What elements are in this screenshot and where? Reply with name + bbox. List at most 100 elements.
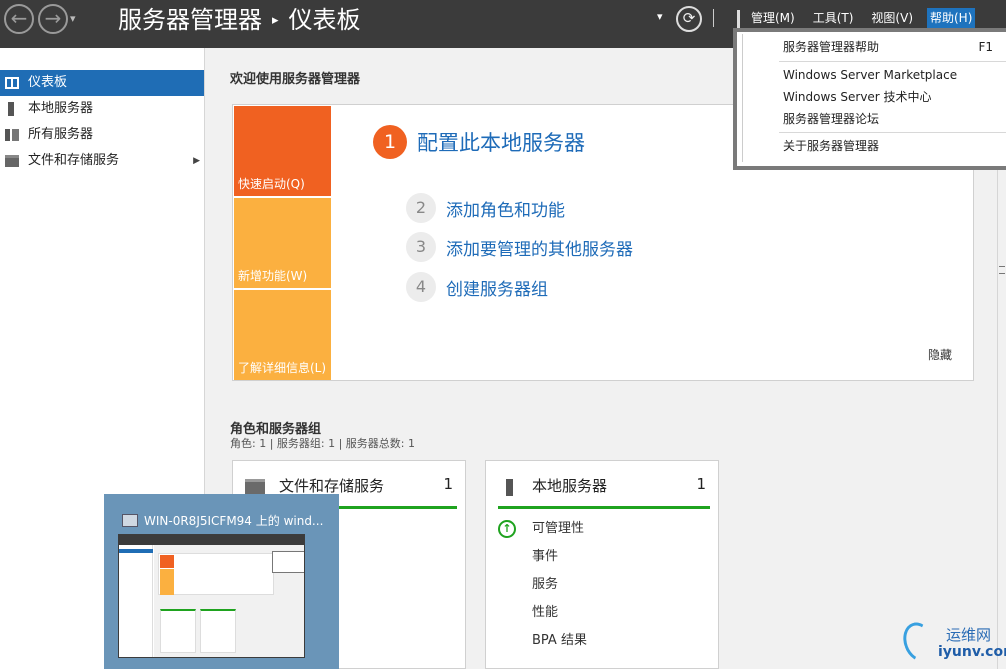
- card-row-performance[interactable]: 性能: [496, 599, 587, 627]
- submenu-arrow-icon: ▶: [193, 156, 200, 166]
- page-name: 仪表板: [288, 6, 361, 34]
- taskbar-thumbnail[interactable]: WIN-0R8J5ICFM94 上的 wind...: [104, 494, 339, 669]
- tile-learn-more[interactable]: 了解详细信息(L): [234, 290, 331, 380]
- notification-flag-icon[interactable]: [737, 10, 740, 30]
- sidebar-item-file-storage[interactable]: 文件和存储服务 ▶: [0, 148, 204, 174]
- preview-dropdown: [272, 551, 304, 573]
- step-number: 4: [406, 272, 436, 302]
- menu-item-marketplace[interactable]: Windows Server Marketplace: [743, 64, 1006, 86]
- status-ok-icon: ↑: [498, 520, 516, 538]
- back-arrow-icon[interactable]: ←: [4, 4, 34, 34]
- card-row-manageability[interactable]: ↑ 可管理性: [496, 515, 587, 543]
- breadcrumb-separator: ▸: [272, 13, 279, 28]
- roles-summary: 角色: 1 | 服务器组: 1 | 服务器总数: 1: [230, 437, 416, 450]
- server-icon: [506, 479, 513, 496]
- card-title: 本地服务器: [532, 477, 608, 495]
- card-row-services[interactable]: 服务: [496, 571, 587, 599]
- card-count: 1: [443, 475, 453, 493]
- card-row-label: 服务: [532, 577, 559, 592]
- step-add-roles[interactable]: 2 添加角色和功能: [406, 193, 565, 223]
- menu-manage[interactable]: 管理(M): [742, 8, 804, 30]
- menu-item-help[interactable]: 服务器管理器帮助 F1: [743, 36, 1006, 58]
- preview-quick-start: [158, 553, 274, 595]
- card-row-events[interactable]: 事件: [496, 543, 587, 571]
- window-title: 服务器管理器 ▸ 仪表板: [118, 4, 361, 37]
- remote-desktop-icon: [122, 514, 138, 527]
- watermark-cn: 运维网: [946, 626, 992, 644]
- menu-separator: [779, 132, 1006, 133]
- card-row-label: BPA 结果: [532, 633, 587, 648]
- step-link[interactable]: 添加角色和功能: [446, 196, 565, 221]
- server-icon: [8, 102, 14, 116]
- preview-card: [160, 609, 196, 653]
- help-dropdown-menu: 服务器管理器帮助 F1 Windows Server Marketplace W…: [733, 28, 1006, 170]
- step-create-group[interactable]: 4 创建服务器组: [406, 272, 548, 302]
- card-row-label: 事件: [532, 549, 559, 564]
- menu-item-tech-center[interactable]: Windows Server 技术中心: [743, 86, 1006, 108]
- welcome-title: 欢迎使用服务器管理器: [230, 72, 361, 87]
- card-header[interactable]: 本地服务器 1: [498, 475, 710, 509]
- file-storage-icon: [5, 155, 19, 167]
- menu-bar: 管理(M) 工具(T) 视图(V) 帮助(H): [742, 8, 976, 30]
- hide-link[interactable]: 隐藏: [928, 346, 952, 363]
- step-link[interactable]: 创建服务器组: [446, 275, 548, 300]
- history-dropdown-icon[interactable]: ▾: [70, 12, 76, 25]
- card-row-bpa[interactable]: BPA 结果: [496, 627, 587, 655]
- tile-quick-start[interactable]: 快速启动(Q): [234, 106, 331, 196]
- step-number: 1: [373, 125, 407, 159]
- step-link[interactable]: 配置此本地服务器: [417, 127, 585, 157]
- sidebar-item-label: 文件和存储服务: [28, 153, 120, 168]
- menu-item-label: 关于服务器管理器: [783, 139, 880, 153]
- menu-item-label: Windows Server Marketplace: [783, 68, 958, 82]
- breadcrumb-dropdown-icon[interactable]: ▾: [657, 10, 663, 23]
- card-row-label: 性能: [532, 605, 559, 620]
- menu-item-about[interactable]: 关于服务器管理器: [743, 135, 1006, 157]
- step-add-servers[interactable]: 3 添加要管理的其他服务器: [406, 232, 633, 262]
- forward-arrow-icon[interactable]: →: [38, 4, 68, 34]
- help-menu-list: 服务器管理器帮助 F1 Windows Server Marketplace W…: [742, 34, 1006, 162]
- preview-tile: [160, 555, 174, 568]
- thumbnail-preview[interactable]: [118, 534, 305, 658]
- step-number: 3: [406, 232, 436, 262]
- refresh-icon[interactable]: ⟳: [676, 6, 702, 32]
- preview-sidebar: [119, 545, 153, 657]
- tile-whats-new[interactable]: 新增功能(W): [234, 198, 331, 288]
- menu-item-forum[interactable]: 服务器管理器论坛: [743, 108, 1006, 130]
- toolbar-divider: [713, 9, 714, 27]
- card-title: 文件和存储服务: [279, 477, 385, 495]
- card-row-label: 可管理性: [532, 521, 585, 536]
- sidebar-item-label: 仪表板: [28, 75, 68, 90]
- watermark-logo-icon: [898, 618, 940, 666]
- sidebar-item-all-servers[interactable]: 所有服务器: [0, 122, 204, 148]
- menu-help[interactable]: 帮助(H): [927, 8, 976, 30]
- preview-card: [200, 609, 236, 653]
- sidebar-item-label: 本地服务器: [28, 101, 94, 116]
- preview-tile: [160, 582, 174, 595]
- step-configure-local-server[interactable]: 1 配置此本地服务器: [373, 125, 585, 159]
- step-link[interactable]: 添加要管理的其他服务器: [446, 235, 633, 260]
- menu-tools[interactable]: 工具(T): [804, 8, 863, 30]
- app-name: 服务器管理器: [118, 6, 262, 34]
- menu-item-label: Windows Server 技术中心: [783, 90, 932, 104]
- preview-main: [154, 545, 304, 657]
- sidebar-item-dashboard[interactable]: 仪表板: [0, 70, 204, 96]
- step-number: 2: [406, 193, 436, 223]
- preview-tile: [160, 569, 174, 582]
- sidebar-item-local-server[interactable]: 本地服务器: [0, 96, 204, 122]
- watermark-en: iyunv.com: [938, 644, 1006, 660]
- card-count: 1: [696, 475, 706, 493]
- role-card-local-server[interactable]: 本地服务器 1 ↑ 可管理性 事件 服务 性能 BPA 结果: [485, 460, 719, 669]
- preview-titlebar: [119, 535, 304, 545]
- menu-view[interactable]: 视图(V): [862, 8, 922, 30]
- menu-item-label: 服务器管理器帮助: [783, 40, 880, 54]
- thumbnail-title: WIN-0R8J5ICFM94 上的 wind...: [144, 514, 324, 528]
- menu-item-shortcut: F1: [978, 40, 993, 54]
- dashboard-icon: [5, 77, 19, 89]
- scroll-grip-icon[interactable]: [999, 266, 1005, 274]
- menu-item-label: 服务器管理器论坛: [783, 112, 880, 126]
- menu-separator: [779, 61, 1006, 62]
- watermark: 运维网 iyunv.com: [898, 618, 1006, 669]
- folder-icon: [245, 479, 265, 495]
- sidebar-item-label: 所有服务器: [28, 127, 94, 142]
- preview-selected-item: [119, 549, 153, 553]
